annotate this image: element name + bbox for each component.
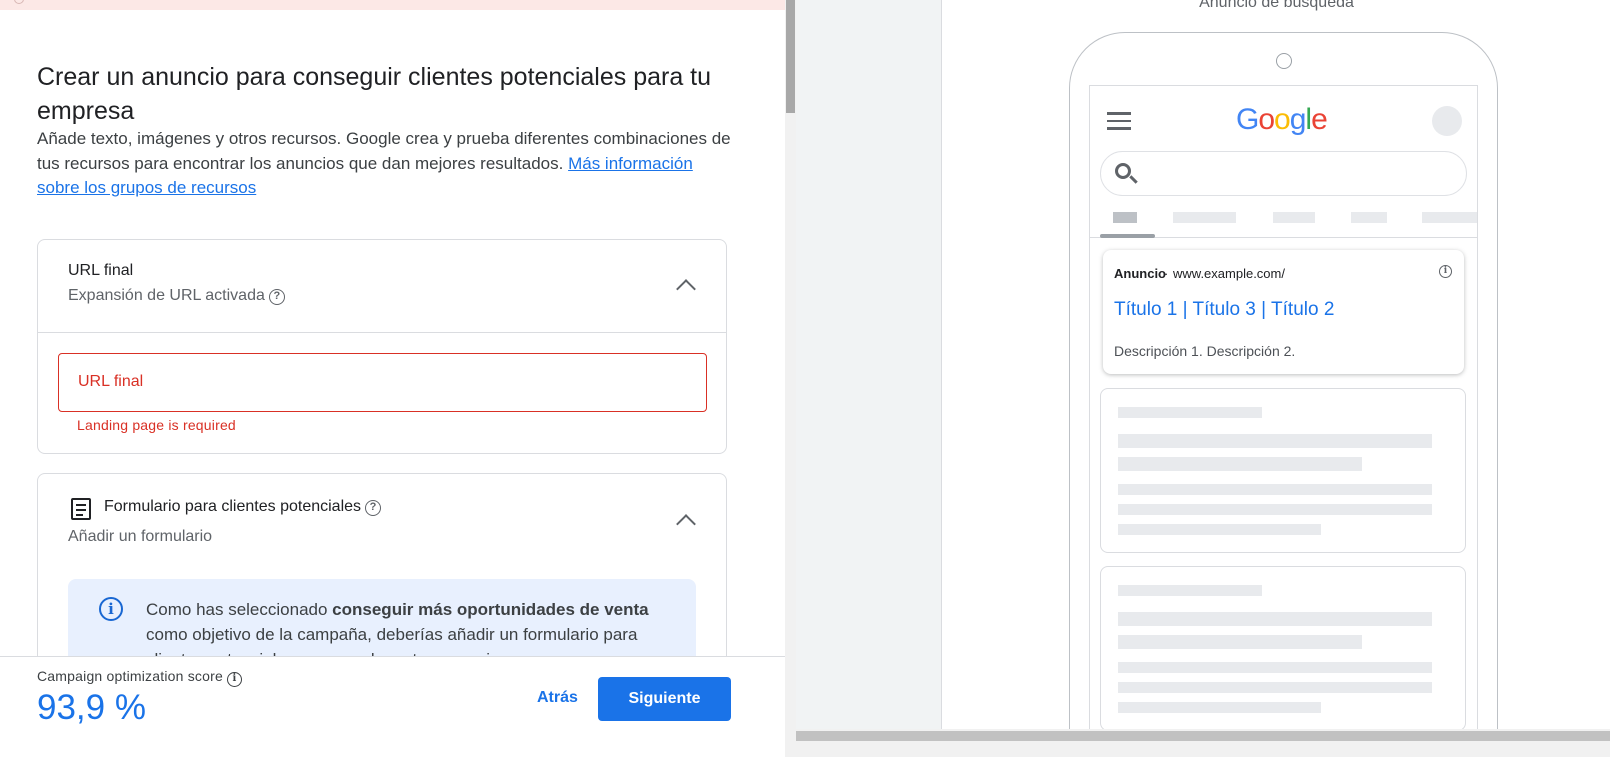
ad-headline: Título 1 | Título 3 | Título 2: [1114, 299, 1335, 320]
vertical-scrollbar[interactable]: [785, 0, 796, 757]
ad-preview-card: Anuncio · www.example.com/ i Título 1 | …: [1103, 250, 1464, 374]
chevron-up-icon[interactable]: [676, 514, 696, 534]
info-icon: i: [99, 597, 123, 621]
tab-placeholder: [1173, 212, 1236, 223]
preview-area: Anuncio de búsqueda Google Anuncio · www…: [941, 0, 1610, 757]
tab-placeholder: [1422, 212, 1477, 223]
score-label-text: Campaign optimization score: [37, 668, 223, 684]
search-box: [1100, 151, 1467, 196]
next-button[interactable]: Siguiente: [598, 677, 731, 721]
add-form-label: Añadir un formulario: [68, 528, 213, 545]
url-expansion-status: Expansión de URL activada?: [68, 287, 285, 305]
optimization-score-value: 93,9 %: [37, 688, 146, 727]
back-button[interactable]: Atrás: [537, 689, 578, 707]
ad-description: Descripción 1. Descripción 2.: [1114, 343, 1296, 359]
info-text-bold: conseguir más oportunidades de venta: [332, 600, 649, 619]
final-url-card: URL final Expansión de URL activada? URL…: [37, 239, 727, 454]
lead-form-title: Formulario para clientes potenciales: [104, 498, 362, 515]
tab-placeholder: [1113, 212, 1137, 223]
lead-form-heading: Formulario para clientes potenciales?: [104, 498, 382, 516]
ad-separator: ·: [1164, 266, 1169, 281]
scrollbar-thumb[interactable]: [786, 0, 795, 113]
help-icon[interactable]: ?: [268, 289, 285, 305]
final-url-placeholder: URL final: [78, 373, 144, 390]
optimization-score-label: Campaign optimization score i: [37, 668, 242, 687]
horizontal-scrollbar[interactable]: [796, 729, 1610, 757]
search-icon: [1115, 163, 1131, 179]
final-url-title: URL final: [68, 262, 134, 279]
info-icon: i: [1439, 265, 1452, 278]
footer-bar: Campaign optimization score i 93,9 % Atrá…: [0, 656, 785, 757]
ad-preview-panel: Anuncio de búsqueda Google Anuncio · www…: [796, 0, 1610, 757]
menu-icon: [1107, 112, 1131, 135]
google-logo: Google: [1236, 103, 1328, 136]
final-url-input[interactable]: URL final: [58, 353, 707, 412]
ad-label: Anuncio: [1114, 266, 1166, 281]
search-tabs: [1090, 210, 1477, 238]
page-description: Añade texto, imágenes y otros recursos. …: [37, 127, 737, 201]
tab-placeholder: [1351, 212, 1387, 223]
final-url-error: Landing page is required: [77, 417, 236, 433]
url-expansion-label: Expansión de URL activada: [68, 287, 265, 304]
page-title: Crear un anuncio para conseguir clientes…: [37, 63, 712, 125]
tab-placeholder: [1273, 212, 1315, 223]
avatar: [1432, 106, 1462, 136]
chevron-up-icon[interactable]: [676, 279, 696, 299]
result-placeholder-card: [1100, 388, 1466, 553]
campaign-editor-panel: Crear un anuncio para conseguir clientes…: [0, 0, 785, 757]
phone-mockup: Google Anuncio · www.example.com/ i Títu…: [1069, 32, 1498, 757]
info-text-prefix: Como has seleccionado: [146, 600, 333, 619]
phone-camera: [1276, 53, 1292, 69]
divider: [38, 332, 726, 333]
scrollbar-thumb[interactable]: [796, 731, 1610, 741]
preview-label: Anuncio de búsqueda: [1199, 0, 1354, 11]
info-icon[interactable]: i: [226, 672, 242, 687]
error-banner-strip: [0, 0, 785, 10]
form-icon: [71, 498, 91, 520]
banner-icon: [14, 0, 24, 4]
help-icon[interactable]: ?: [365, 500, 382, 516]
active-tab-indicator: [1100, 234, 1155, 238]
phone-screen: Google Anuncio · www.example.com/ i Títu…: [1089, 85, 1478, 757]
ad-display-url: www.example.com/: [1173, 266, 1285, 281]
result-placeholder-card: [1100, 566, 1466, 731]
